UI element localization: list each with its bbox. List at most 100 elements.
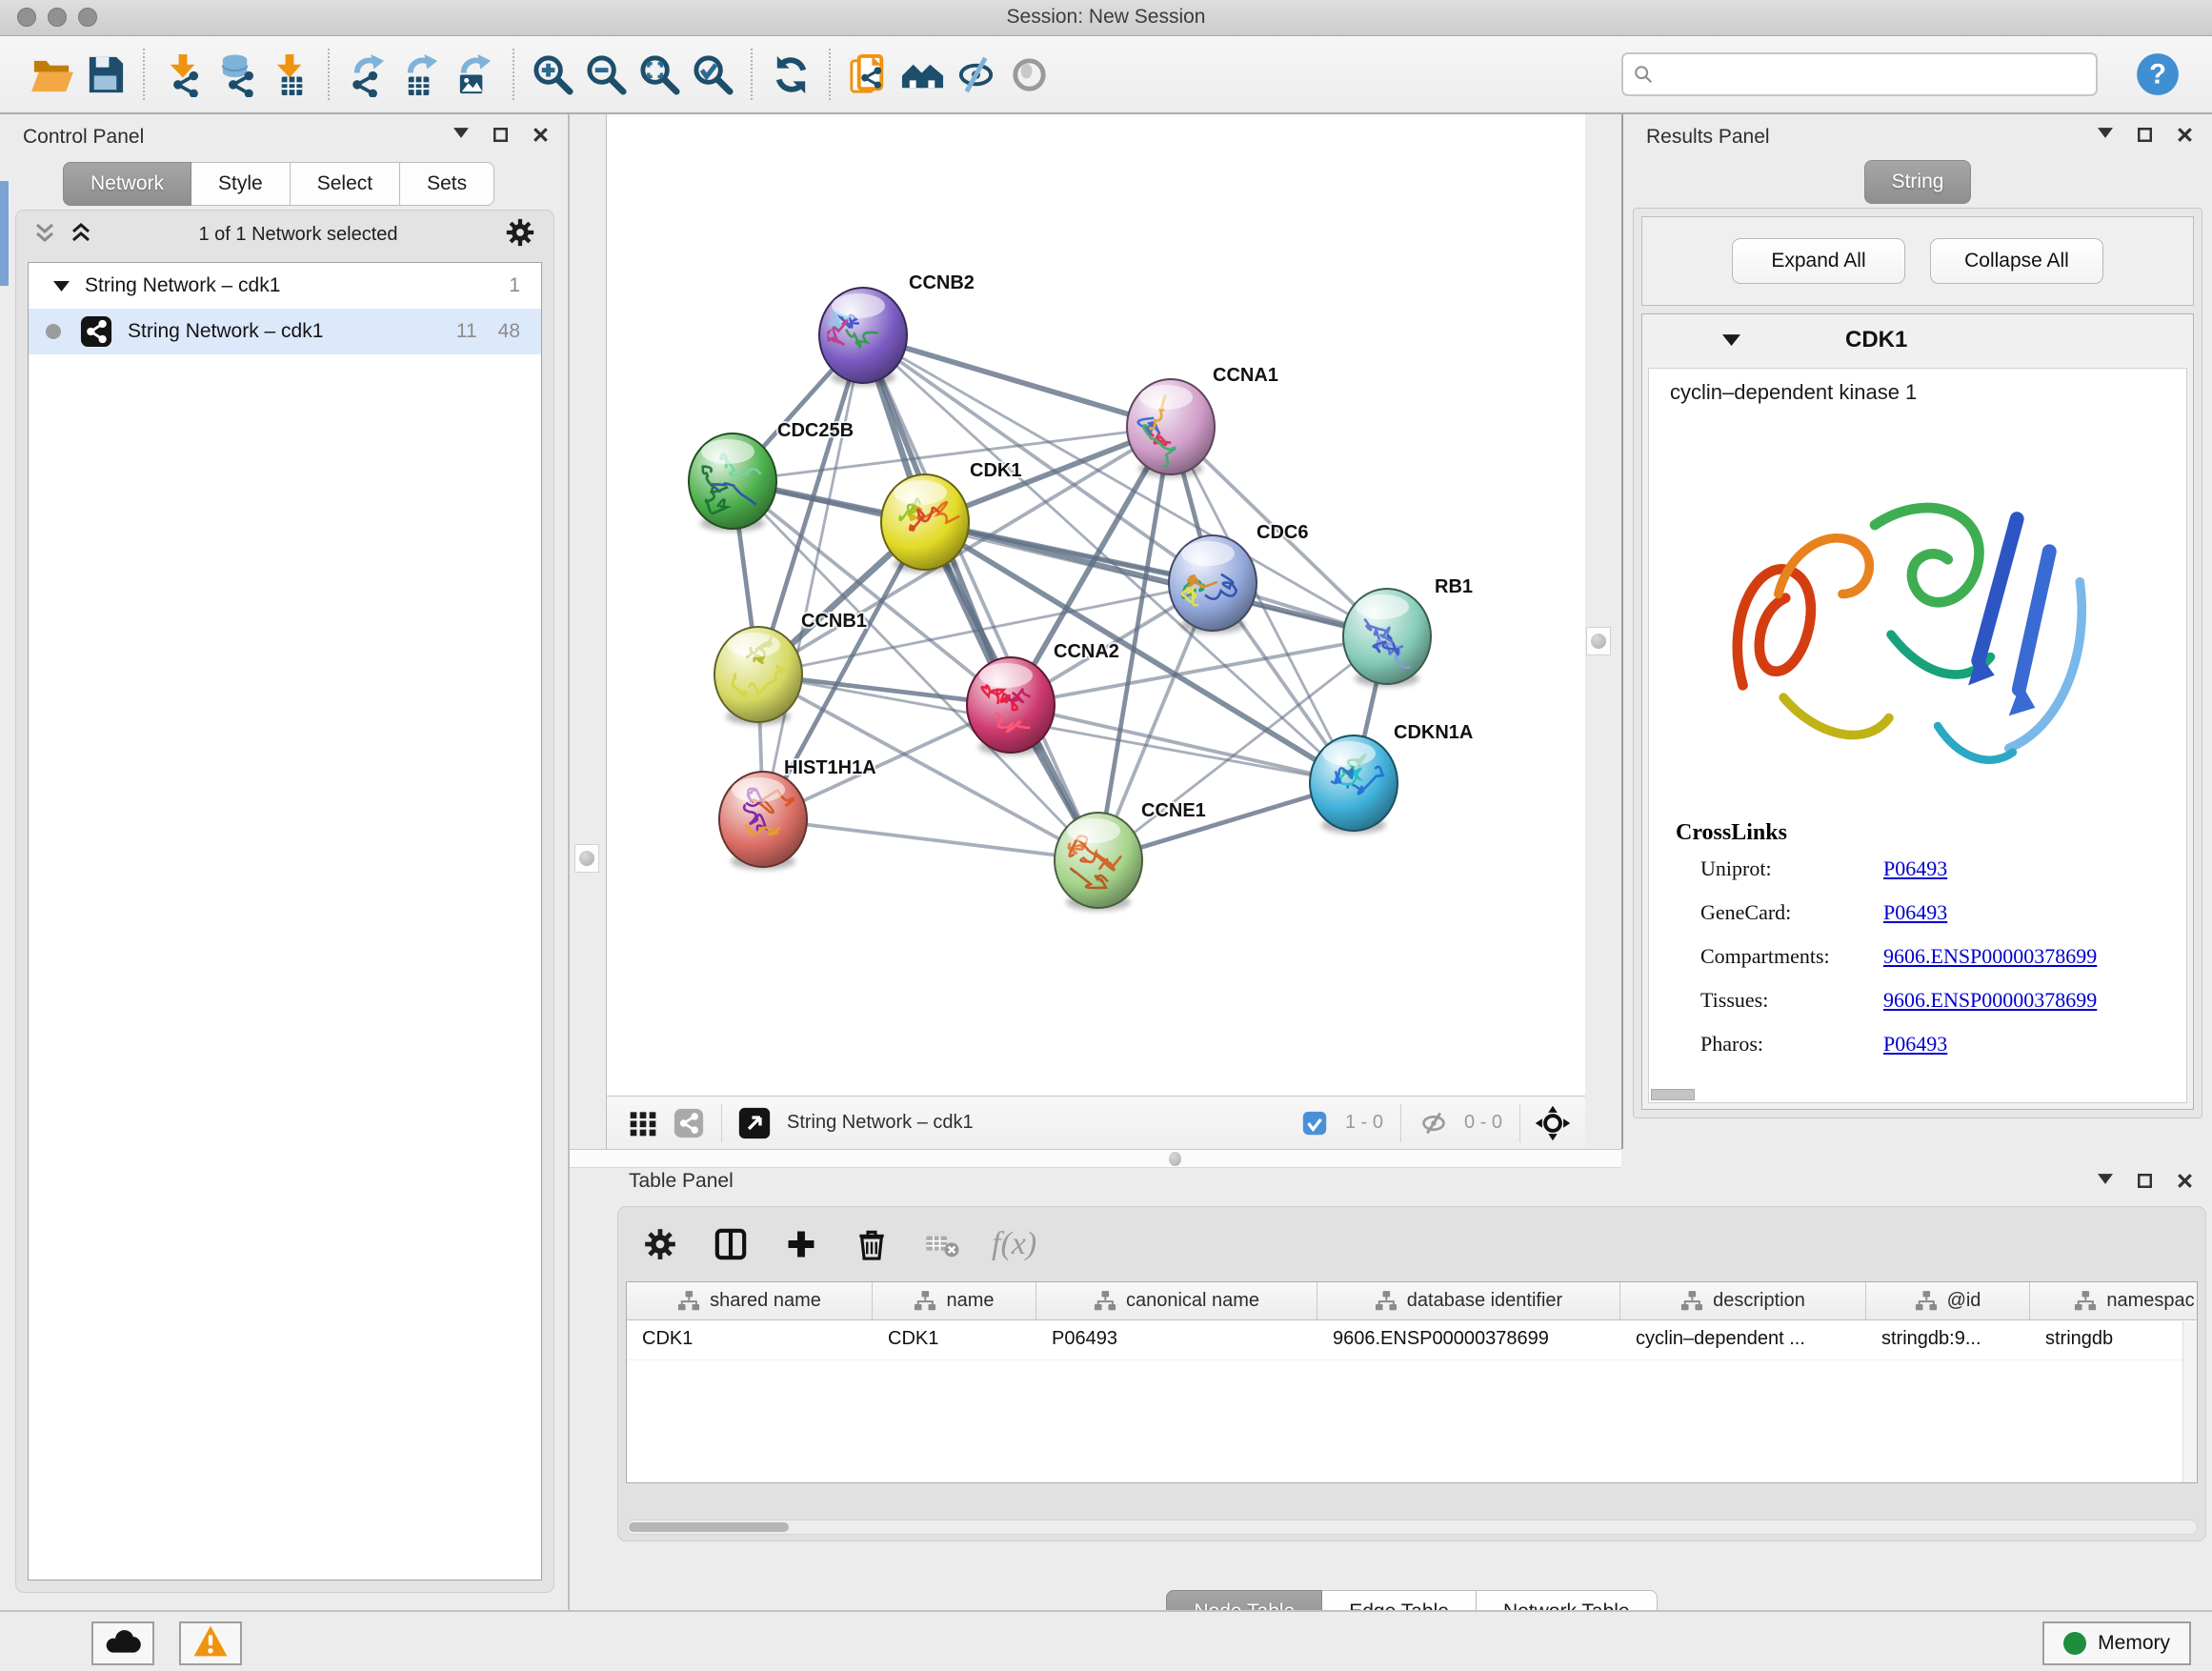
crosslink-value-link[interactable]: P06493 bbox=[1883, 1032, 1947, 1057]
show-all-button[interactable] bbox=[1002, 47, 1056, 102]
column-header-2[interactable]: canonical name bbox=[1036, 1282, 1317, 1319]
export-network-button[interactable] bbox=[341, 47, 394, 102]
collapse-all-icon[interactable] bbox=[33, 221, 56, 249]
zoom-out-button[interactable] bbox=[579, 47, 633, 102]
gene-description: cyclin–dependent kinase 1 bbox=[1670, 380, 1917, 405]
fit-selected-crosshair-button[interactable] bbox=[1534, 1104, 1572, 1142]
table-row[interactable]: CDK1CDK1P064939606.ENSP00000378699cyclin… bbox=[627, 1320, 2197, 1360]
detach-view-button[interactable] bbox=[735, 1104, 774, 1142]
network-tree: String Network – cdk1 1 String Network –… bbox=[28, 262, 542, 1580]
node-CDKN1A[interactable]: CDKN1A bbox=[1310, 722, 1473, 834]
section-scrollbar[interactable] bbox=[1651, 1089, 1695, 1100]
tab-network[interactable]: Network bbox=[63, 162, 191, 206]
left-splitter-handle[interactable] bbox=[574, 844, 599, 873]
node-HIST1H1A[interactable]: HIST1H1A bbox=[719, 757, 876, 870]
table-vertical-scrollbar[interactable] bbox=[2182, 1321, 2197, 1482]
column-header-5[interactable]: @id bbox=[1866, 1282, 2030, 1319]
tab-select[interactable]: Select bbox=[291, 162, 400, 206]
search-field[interactable] bbox=[1621, 52, 2098, 96]
tree-expand-icon[interactable] bbox=[53, 274, 70, 297]
table-panel: Table Panel f(x) shared namenamecanonica… bbox=[570, 1168, 2212, 1610]
birdseye-view-button[interactable] bbox=[670, 1104, 708, 1142]
edge-CCNB2-CCNE1 bbox=[863, 335, 1098, 860]
protein-structure-image bbox=[1681, 432, 2129, 803]
zoom-in-button[interactable] bbox=[526, 47, 579, 102]
column-header-3[interactable]: database identifier bbox=[1317, 1282, 1620, 1319]
add-column-icon[interactable] bbox=[780, 1223, 822, 1265]
expand-all-icon[interactable] bbox=[70, 221, 92, 249]
left-splitter[interactable] bbox=[570, 114, 606, 1149]
column-header-0[interactable]: shared name bbox=[627, 1282, 873, 1319]
tab-string[interactable]: String bbox=[1864, 160, 1972, 204]
column-header-6[interactable]: namespac bbox=[2030, 1282, 2198, 1319]
right-splitter[interactable] bbox=[1585, 114, 1621, 1149]
panel-menu-icon[interactable] bbox=[453, 128, 473, 147]
panel-float-icon[interactable] bbox=[2138, 1174, 2157, 1193]
control-panel: Control Panel Network Style Select Sets … bbox=[0, 114, 570, 1610]
node-CCNB2[interactable]: CCNB2 bbox=[819, 272, 975, 386]
open-session-button[interactable] bbox=[25, 47, 78, 102]
panel-close-icon[interactable] bbox=[2178, 1174, 2197, 1193]
home-button[interactable] bbox=[895, 47, 949, 102]
show-columns-icon[interactable] bbox=[710, 1223, 752, 1265]
scrollbar-thumb[interactable] bbox=[629, 1522, 789, 1532]
panel-menu-icon[interactable] bbox=[2098, 128, 2117, 147]
column-header-4[interactable]: description bbox=[1620, 1282, 1866, 1319]
panel-close-icon[interactable] bbox=[533, 128, 553, 147]
share-document-button[interactable] bbox=[842, 47, 895, 102]
expand-all-button[interactable]: Expand All bbox=[1732, 238, 1905, 284]
network-view-title: String Network – cdk1 bbox=[787, 1112, 974, 1134]
node-CCNA1[interactable]: CCNA1 bbox=[1127, 365, 1278, 477]
tab-style[interactable]: Style bbox=[191, 162, 291, 206]
horizontal-splitter[interactable] bbox=[570, 1149, 1621, 1168]
import-network-file-button[interactable] bbox=[156, 47, 210, 102]
export-image-button[interactable] bbox=[448, 47, 501, 102]
node-label-RB1: RB1 bbox=[1435, 576, 1473, 597]
node-CDK1[interactable]: CDK1 bbox=[881, 460, 1021, 573]
import-table-button[interactable] bbox=[263, 47, 316, 102]
tab-sets[interactable]: Sets bbox=[400, 162, 494, 206]
crosslink-value-link[interactable]: P06493 bbox=[1883, 856, 1947, 881]
warning-button[interactable] bbox=[179, 1621, 242, 1665]
gear-icon[interactable] bbox=[504, 216, 536, 253]
crosslink-value-link[interactable]: P06493 bbox=[1883, 900, 1947, 925]
delete-column-icon[interactable] bbox=[851, 1223, 893, 1265]
help-button[interactable]: ? bbox=[2134, 50, 2182, 98]
memory-button[interactable]: Memory bbox=[2042, 1621, 2191, 1665]
hide-selected-button[interactable] bbox=[949, 47, 1002, 102]
refresh-button[interactable] bbox=[764, 47, 817, 102]
save-session-button[interactable] bbox=[78, 47, 131, 102]
export-table-button[interactable] bbox=[394, 47, 448, 102]
panel-float-icon[interactable] bbox=[493, 128, 513, 147]
panel-close-icon[interactable] bbox=[2178, 128, 2197, 147]
right-splitter-handle[interactable] bbox=[1586, 627, 1611, 655]
crosslink-value-link[interactable]: 9606.ENSP00000378699 bbox=[1883, 944, 2097, 969]
table-gear-icon[interactable] bbox=[639, 1223, 681, 1265]
cell-5: stringdb:9... bbox=[1866, 1320, 2030, 1359]
panel-menu-icon[interactable] bbox=[2098, 1174, 2117, 1193]
network-collection-row[interactable]: String Network – cdk1 1 bbox=[29, 263, 541, 309]
import-network-database-button[interactable] bbox=[210, 47, 263, 102]
status-bar: Memory bbox=[0, 1610, 2212, 1671]
panel-float-icon[interactable] bbox=[2138, 128, 2157, 147]
zoom-selected-button[interactable] bbox=[686, 47, 739, 102]
network-row[interactable]: String Network – cdk1 11 48 bbox=[29, 309, 541, 354]
cloud-button[interactable] bbox=[91, 1621, 154, 1665]
grid-view-button[interactable] bbox=[624, 1104, 662, 1142]
node-RB1[interactable]: RB1 bbox=[1343, 576, 1473, 687]
network-canvas[interactable]: CCNB2CCNA1CDC25BCDK1CDC6RB1CCNB1CCNA2HIS… bbox=[606, 114, 1589, 1096]
selected-checkbox-icon[interactable] bbox=[1296, 1104, 1334, 1142]
hidden-eye-icon[interactable] bbox=[1415, 1104, 1453, 1142]
gene-section: CDK1 cyclin–dependent kinase 1 bbox=[1641, 313, 2194, 1110]
current-network-dot-icon bbox=[46, 324, 61, 339]
node-label-CCNB2: CCNB2 bbox=[909, 272, 975, 293]
gene-section-header[interactable]: CDK1 bbox=[1642, 314, 2193, 366]
section-collapse-icon[interactable] bbox=[1722, 334, 1740, 346]
search-input[interactable] bbox=[1654, 63, 2086, 86]
collapse-all-button[interactable]: Collapse All bbox=[1930, 238, 2103, 284]
zoom-fit-button[interactable] bbox=[633, 47, 686, 102]
titlebar: Session: New Session bbox=[0, 0, 2212, 36]
crosslink-value-link[interactable]: 9606.ENSP00000378699 bbox=[1883, 988, 2097, 1013]
table-horizontal-scrollbar[interactable] bbox=[626, 1520, 2198, 1535]
column-header-1[interactable]: name bbox=[873, 1282, 1036, 1319]
